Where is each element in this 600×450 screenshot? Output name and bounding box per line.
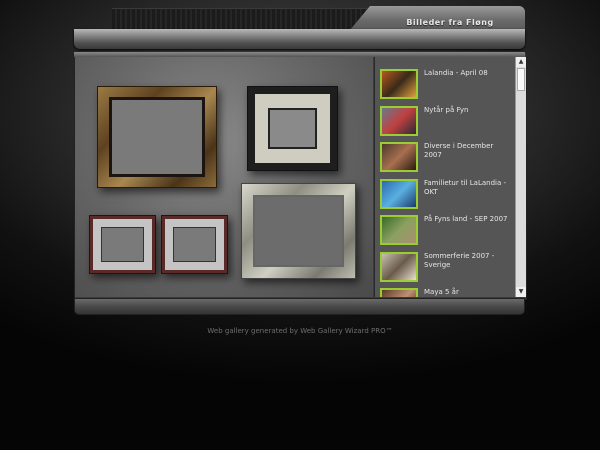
album-label[interactable]: Sommerferie 2007 - Sverige	[424, 252, 512, 270]
album-item[interactable]: Familietur til LaLandia - OKT	[380, 178, 514, 215]
album-thumbnail[interactable]	[380, 69, 418, 99]
album-label[interactable]: Nytår på Fyn	[424, 106, 512, 115]
scroll-thumb[interactable]	[517, 68, 525, 91]
album-item[interactable]: Diverse i December 2007	[380, 142, 514, 178]
album-thumbnail[interactable]	[380, 178, 418, 209]
album-thumbnail[interactable]	[380, 142, 418, 172]
header-decoration	[112, 8, 367, 29]
album-item[interactable]: Lalandia - April 08	[380, 69, 514, 105]
album-item[interactable]: Nytår på Fyn	[380, 105, 514, 142]
album-item[interactable]: Maya 5 år	[380, 288, 514, 297]
frame-opening	[101, 227, 144, 262]
frame-opening	[268, 108, 317, 149]
album-thumbnail[interactable]	[380, 215, 418, 245]
gold-frame	[97, 86, 217, 188]
album-thumbnail[interactable]	[380, 105, 418, 136]
frame-opening	[253, 195, 344, 267]
footer-credit: Web gallery generated by Web Gallery Wiz…	[207, 327, 393, 335]
album-item[interactable]: På Fyns land - SEP 2007	[380, 215, 514, 251]
album-label[interactable]: Diverse i December 2007	[424, 142, 512, 160]
scroll-up-arrow-icon[interactable]: ▲	[516, 57, 526, 67]
album-thumbnail[interactable]	[380, 251, 418, 282]
album-item[interactable]: Sommerferie 2007 - Sverige	[380, 251, 514, 288]
album-label[interactable]: Familietur til LaLandia - OKT	[424, 179, 512, 197]
album-thumbnail[interactable]	[380, 288, 418, 297]
album-label[interactable]: Maya 5 år	[424, 288, 512, 297]
panel-bottom-bar	[74, 298, 525, 315]
scroll-down-arrow-icon[interactable]: ▼	[516, 287, 526, 297]
silver-frame	[241, 183, 356, 279]
frame-opening	[109, 97, 205, 177]
frame-opening	[173, 227, 216, 262]
header-bar	[74, 29, 525, 49]
black-matted-frame	[247, 86, 338, 171]
album-list-scrollbar[interactable]: ▲ ▼	[515, 57, 526, 297]
album-label[interactable]: På Fyns land - SEP 2007	[424, 215, 512, 224]
small-frame-right	[161, 215, 228, 274]
gallery-title: Billeder fra Fløng	[406, 18, 494, 27]
small-frame-left	[89, 215, 156, 274]
album-list: Lalandia - April 08 Nytår på Fyn Diverse i…	[374, 57, 516, 297]
album-label[interactable]: Lalandia - April 08	[424, 69, 512, 78]
